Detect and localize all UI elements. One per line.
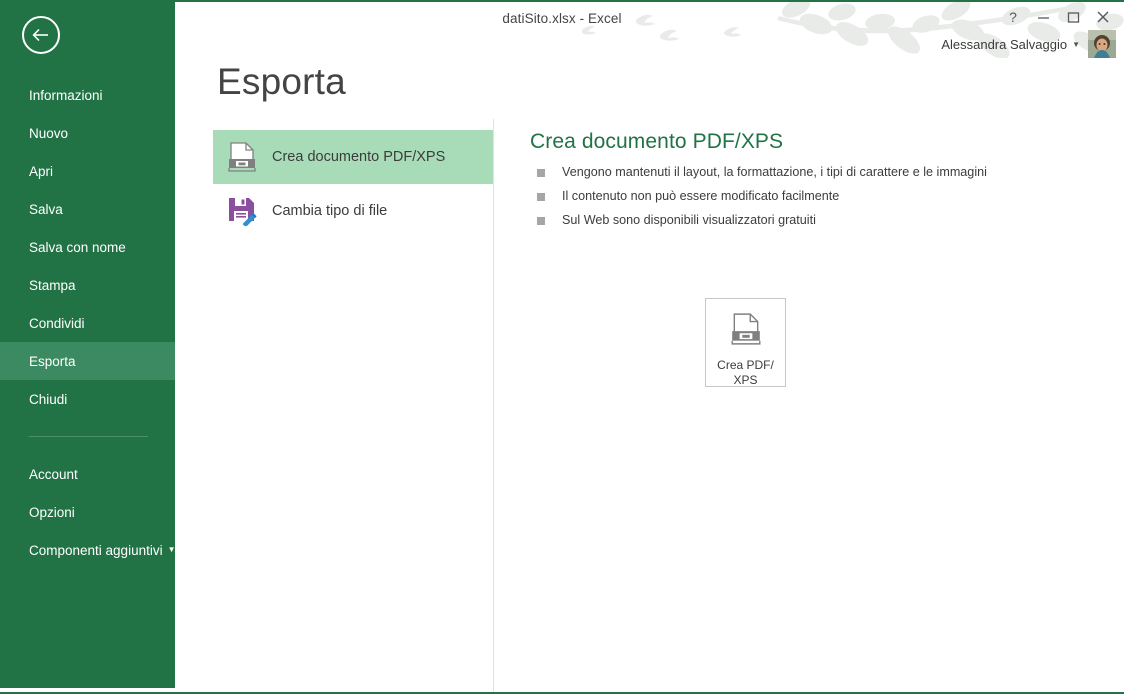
- account-name: Alessandra Salvaggio: [941, 36, 1068, 52]
- sidebar-item-label: Salva con nome: [29, 239, 126, 255]
- export-detail-panel: Crea documento PDF/XPS Vengono mantenuti…: [530, 130, 1090, 387]
- detail-bullet: Sul Web sono disponibili visualizzatori …: [530, 213, 1090, 228]
- pdf-document-icon: [226, 140, 258, 174]
- sidebar-item-componenti-aggiuntivi[interactable]: Componenti aggiuntivi ▼: [0, 531, 176, 569]
- sidebar-item-condividi[interactable]: Condividi: [0, 304, 175, 342]
- window-controls: ?: [998, 5, 1118, 29]
- sidebar-item-label: Nuovo: [29, 125, 69, 141]
- detail-bullet-text: Sul Web sono disponibili visualizzatori …: [562, 213, 816, 227]
- pdf-document-icon: [730, 312, 761, 351]
- sidebar-item-salva-con-nome[interactable]: Salva con nome: [0, 228, 175, 266]
- column-divider: [493, 119, 494, 692]
- sidebar-item-label: Account: [29, 466, 78, 482]
- sidebar-item-informazioni[interactable]: Informazioni: [0, 76, 175, 114]
- back-button[interactable]: [22, 16, 60, 54]
- option-cambia-tipo-di-file[interactable]: Cambia tipo di file: [213, 184, 493, 238]
- sidebar-item-label: Condividi: [29, 315, 85, 331]
- create-pdf-xps-button-label: Crea PDF/ XPS: [717, 358, 774, 387]
- sidebar-item-opzioni[interactable]: Opzioni: [0, 493, 175, 531]
- sidebar-item-label: Esporta: [29, 353, 76, 369]
- close-icon[interactable]: [1088, 5, 1118, 29]
- sidebar-item-label: Apri: [29, 163, 54, 179]
- option-label: Crea documento PDF/XPS: [272, 149, 446, 165]
- detail-bullet-text: Vengono mantenuti il layout, la formatta…: [562, 165, 987, 179]
- bullet-square-icon: [537, 193, 545, 201]
- option-crea-documento-pdf-xps[interactable]: Crea documento PDF/XPS: [213, 130, 493, 184]
- save-file-type-icon: [226, 194, 258, 228]
- sidebar-item-apri[interactable]: Apri: [0, 152, 175, 190]
- help-icon[interactable]: ?: [998, 5, 1028, 29]
- sidebar-item-label: Informazioni: [29, 87, 103, 103]
- detail-title: Crea documento PDF/XPS: [530, 130, 784, 153]
- export-options-list: Crea documento PDF/XPS Cambia tipo di fi…: [213, 130, 493, 238]
- sidebar-item-esporta[interactable]: Esporta: [0, 342, 175, 380]
- sidebar-item-nuovo[interactable]: Nuovo: [0, 114, 175, 152]
- bullet-square-icon: [537, 217, 545, 225]
- sidebar-item-account[interactable]: Account: [0, 455, 175, 493]
- avatar-photo: [1088, 30, 1116, 58]
- sidebar-divider: [29, 436, 148, 437]
- minimize-icon[interactable]: [1028, 5, 1058, 29]
- backstage-content: Esporta Crea documento PDF/XPS Cambia ti…: [175, 58, 1124, 692]
- page-title: Esporta: [217, 61, 346, 102]
- help-icon-glyph: ?: [1009, 9, 1017, 25]
- detail-bullet: Vengono mantenuti il layout, la formatta…: [530, 165, 1090, 180]
- bullet-square-icon: [537, 169, 545, 177]
- account-bar[interactable]: Alessandra Salvaggio ▼: [941, 30, 1116, 58]
- maximize-icon[interactable]: [1058, 5, 1088, 29]
- sidebar-item-label: Chiudi: [29, 391, 68, 407]
- chevron-down-icon[interactable]: ▼: [1072, 40, 1080, 49]
- backstage-sidebar: Informazioni Nuovo Apri Salva Salva con …: [0, 0, 176, 688]
- sidebar-item-chiudi[interactable]: Chiudi: [0, 380, 175, 418]
- sidebar-item-salva[interactable]: Salva: [0, 190, 175, 228]
- excel-backstage-window: datiSito.xlsx - Excel ? Alessandra Salva…: [0, 0, 1124, 694]
- sidebar-item-label: Stampa: [29, 277, 76, 293]
- back-arrow-icon: [32, 28, 48, 42]
- sidebar-item-stampa[interactable]: Stampa: [0, 266, 175, 304]
- sidebar-item-label: Salva: [29, 201, 63, 217]
- sidebar-nav: Informazioni Nuovo Apri Salva Salva con …: [0, 76, 176, 569]
- detail-bullet-text: Il contenuto non può essere modificato f…: [562, 189, 840, 203]
- detail-bullet: Il contenuto non può essere modificato f…: [530, 189, 1090, 204]
- sidebar-item-label: Opzioni: [29, 504, 75, 520]
- option-label: Cambia tipo di file: [272, 203, 388, 219]
- create-pdf-xps-button[interactable]: Crea PDF/ XPS: [705, 298, 786, 387]
- avatar[interactable]: [1088, 30, 1116, 58]
- sidebar-item-label: Componenti aggiuntivi: [29, 542, 163, 558]
